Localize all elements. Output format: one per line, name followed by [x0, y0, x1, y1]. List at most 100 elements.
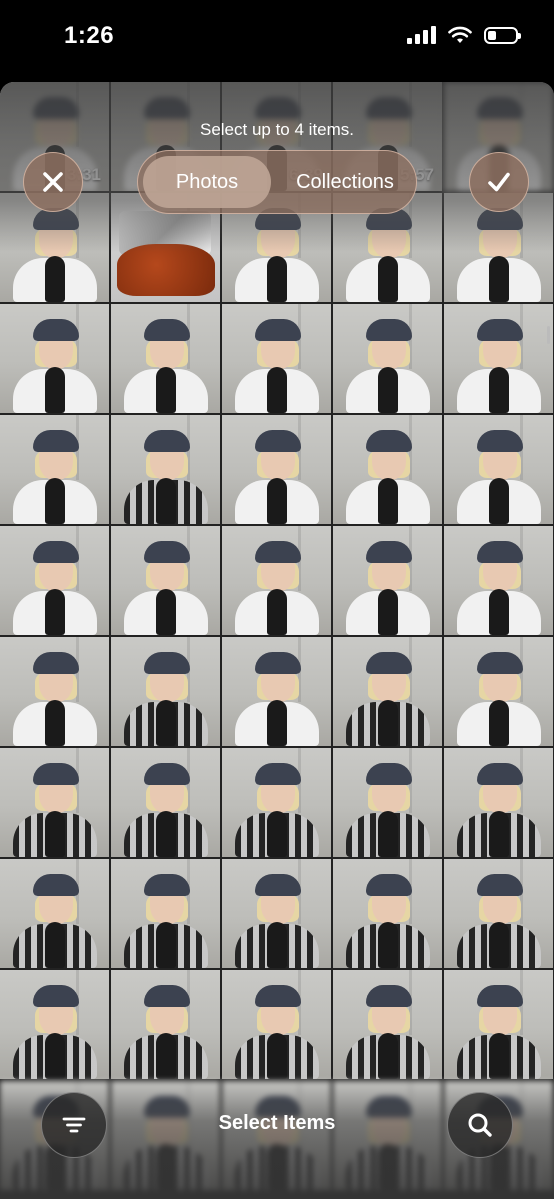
media-thumbnail[interactable] [444, 526, 553, 635]
microphone [266, 811, 287, 857]
confirm-button[interactable] [469, 152, 529, 212]
person-cap [143, 430, 190, 452]
media-thumbnail[interactable] [111, 526, 220, 635]
person-cap [476, 541, 523, 563]
tab-collections[interactable]: Collections [278, 156, 412, 208]
selection-hint: Select up to 4 items. [199, 120, 355, 139]
person-cap [476, 874, 523, 896]
person-cap [365, 763, 412, 785]
microphone [44, 922, 65, 968]
microphone [377, 478, 398, 524]
media-thumbnail[interactable] [333, 526, 442, 635]
filter-button[interactable] [41, 1092, 107, 1158]
media-thumbnail[interactable] [444, 748, 553, 857]
microphone [266, 1033, 287, 1079]
person-cap [365, 541, 412, 563]
microphone [155, 589, 176, 635]
close-button[interactable] [23, 152, 83, 212]
media-thumbnail[interactable] [111, 748, 220, 857]
person-cap [365, 874, 412, 896]
microphone [377, 1033, 398, 1079]
media-thumbnail[interactable] [444, 415, 553, 524]
microphone [488, 1033, 509, 1079]
media-thumbnail[interactable] [333, 748, 442, 857]
person-cap [254, 430, 301, 452]
picker-header: Select up to 4 items. Photos Collections [0, 82, 554, 252]
media-thumbnail[interactable] [111, 415, 220, 524]
media-thumbnail[interactable] [444, 859, 553, 968]
person-cap [476, 985, 523, 1007]
media-thumbnail[interactable] [333, 637, 442, 746]
microphone [44, 700, 65, 746]
media-thumbnail[interactable] [222, 526, 331, 635]
person-cap [254, 319, 301, 341]
media-thumbnail[interactable] [333, 304, 442, 413]
person-cap [365, 319, 412, 341]
media-thumbnail[interactable] [333, 859, 442, 968]
microphone [377, 811, 398, 857]
media-thumbnail[interactable] [111, 970, 220, 1079]
media-thumbnail[interactable] [333, 415, 442, 524]
microphone [488, 589, 509, 635]
person-cap [254, 985, 301, 1007]
media-thumbnail[interactable] [222, 304, 331, 413]
microphone [44, 367, 65, 413]
media-thumbnail[interactable] [0, 526, 109, 635]
media-thumbnail[interactable] [222, 415, 331, 524]
status-time: 1:26 [64, 22, 115, 49]
microphone [155, 700, 176, 746]
person-cap [476, 430, 523, 452]
microphone [155, 1033, 176, 1079]
media-thumbnail[interactable] [0, 748, 109, 857]
media-thumbnail[interactable] [333, 970, 442, 1079]
media-thumbnail[interactable] [0, 637, 109, 746]
person-cap [476, 652, 523, 674]
cellular-signal-icon [407, 26, 436, 44]
media-thumbnail[interactable] [0, 970, 109, 1079]
media-thumbnail[interactable] [222, 637, 331, 746]
media-thumbnail[interactable] [444, 304, 553, 413]
search-button[interactable] [447, 1092, 513, 1158]
media-thumbnail[interactable] [0, 304, 109, 413]
media-thumbnail[interactable] [444, 637, 553, 746]
media-thumbnail[interactable] [111, 859, 220, 968]
microphone [266, 478, 287, 524]
microphone [155, 367, 176, 413]
media-picker-sheet: 3:315:576:395:57 Select up to 4 items. P… [0, 82, 554, 1199]
media-thumbnail[interactable] [0, 415, 109, 524]
person-cap [365, 652, 412, 674]
person-cap [32, 430, 79, 452]
wifi-icon [448, 26, 472, 43]
tab-photos[interactable]: Photos [143, 156, 271, 208]
person-cap [254, 874, 301, 896]
person-cap [254, 652, 301, 674]
search-icon [468, 1113, 492, 1137]
person-cap [476, 319, 523, 341]
media-thumbnail[interactable] [222, 859, 331, 968]
media-thumbnail[interactable] [111, 304, 220, 413]
person-cap [365, 985, 412, 1007]
microphone [44, 256, 65, 302]
battery-icon [484, 26, 521, 44]
person-cap [143, 874, 190, 896]
microphone [155, 478, 176, 524]
media-thumbnail[interactable] [444, 970, 553, 1079]
person-cap [32, 319, 79, 341]
media-thumbnail[interactable] [222, 970, 331, 1079]
media-thumbnail[interactable] [222, 748, 331, 857]
microphone [488, 811, 509, 857]
status-icons [407, 26, 521, 44]
person-cap [365, 430, 412, 452]
microphone [377, 922, 398, 968]
person-cap [254, 541, 301, 563]
person-cap [254, 763, 301, 785]
battery-level [488, 30, 496, 40]
media-thumbnail[interactable] [111, 637, 220, 746]
microphone [44, 1033, 65, 1079]
status-bar: 1:26 [0, 0, 554, 78]
person-cap [32, 652, 79, 674]
media-thumbnail[interactable] [0, 859, 109, 968]
scroll-indicator[interactable] [547, 326, 550, 344]
person-cap [476, 763, 523, 785]
filter-icon [62, 1117, 86, 1133]
